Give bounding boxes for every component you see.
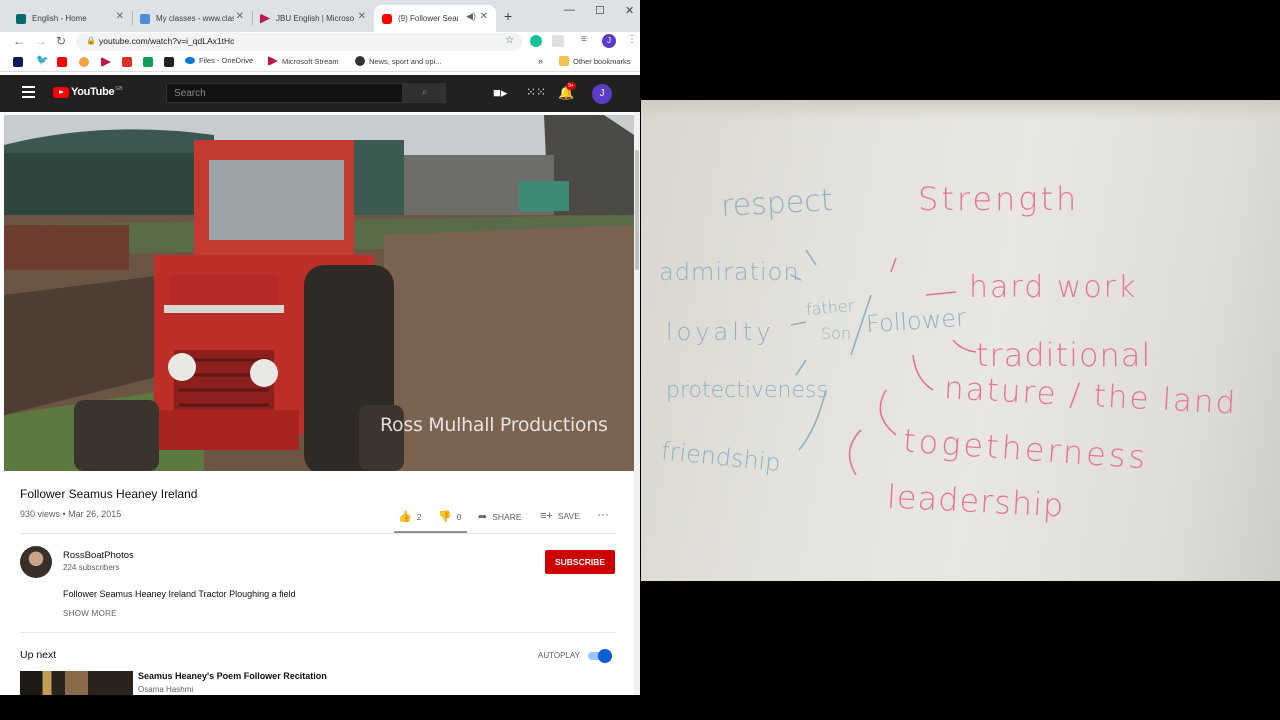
close-icon[interactable]: ✕ (116, 11, 124, 22)
grammarly-icon[interactable] (530, 35, 542, 47)
tab-follower-youtube[interactable]: (9) Follower Seam ◀) ✕ (374, 5, 496, 32)
browser-toolbar: ← → ↻ 🔒 youtube.com/watch?v=i_qdLAx1tHc … (0, 32, 640, 52)
tab-strip: English - Home ✕ My classes - www.clas ✕… (0, 0, 640, 32)
thumbs-up-icon: 👍 (398, 511, 412, 523)
show-more-button[interactable]: SHOW MORE (63, 609, 117, 618)
stream-bookmark-icon[interactable] (101, 57, 111, 67)
tab-english-home[interactable]: English - Home ✕ (8, 5, 132, 32)
reload-button[interactable]: ↻ (56, 34, 66, 48)
folder-icon (559, 56, 569, 66)
account-avatar[interactable]: J (592, 84, 612, 104)
search-icon[interactable]: ⌕ (403, 83, 446, 103)
youtube-bookmark-icon[interactable] (57, 57, 67, 67)
more-actions-icon[interactable]: ··· (597, 507, 609, 521)
tab-title: (9) Follower Seam (398, 14, 458, 23)
divider (20, 632, 616, 633)
scrollbar-thumb[interactable] (635, 150, 639, 270)
youtube-play-icon (53, 86, 69, 98)
subscriber-count: 224 subscribers (63, 563, 120, 572)
other-bookmarks[interactable]: Other bookmarks (559, 56, 631, 66)
classes-bookmark-icon[interactable] (79, 57, 89, 67)
bookmark-icon[interactable] (164, 57, 174, 67)
browser-window: English - Home ✕ My classes - www.clas ✕… (0, 0, 640, 695)
video-watermark: Ross Mulhall Productions (380, 414, 608, 436)
board-shadow (641, 100, 1280, 120)
apps-grid-icon[interactable]: ⁙⁙ (526, 85, 546, 99)
bookmarks-overflow[interactable]: » (538, 56, 543, 66)
bookmark-onedrive[interactable]: Files - OneDrive (185, 56, 253, 65)
autoplay-label: AUTOPLAY (538, 651, 580, 660)
twitter-icon[interactable]: 🐦 (36, 55, 48, 66)
forward-button[interactable]: → (35, 34, 47, 48)
tab-title: English - Home (32, 14, 87, 23)
close-icon[interactable]: ✕ (236, 11, 244, 22)
tab-title: My classes - www.clas (156, 14, 234, 23)
screen: English - Home ✕ My classes - www.clas ✕… (0, 0, 1280, 720)
bookmark-star-icon[interactable]: ☆ (505, 35, 514, 46)
youtube-logo[interactable]: YouTube GB (53, 86, 123, 98)
bookmark-icon[interactable] (13, 57, 23, 67)
next-video-title[interactable]: Seamus Heaney's Poem Follower Recitation (138, 671, 327, 681)
address-bar[interactable]: 🔒 youtube.com/watch?v=i_qdLAx1tHc ☆ (76, 33, 522, 51)
video-meta: 930 views • Mar 26, 2015 (20, 509, 122, 519)
close-window-button[interactable]: ✕ (625, 4, 634, 17)
next-video-thumbnail[interactable] (20, 671, 133, 695)
bookmark-stream[interactable]: Microsoft Stream (268, 56, 339, 66)
youtube-header: YouTube GB Search ⌕ ■▸ ⁙⁙ 🔔 (0, 75, 640, 112)
hamburger-icon[interactable] (22, 86, 35, 101)
divider (20, 533, 616, 534)
save-button[interactable]: ≡+ SAVE (540, 510, 580, 522)
reading-list-icon[interactable]: ≡ (581, 34, 587, 45)
share-icon: ➦ (478, 511, 488, 523)
youtube-icon (382, 13, 392, 24)
news-icon (355, 56, 365, 66)
video-description: Follower Seamus Heaney Ireland Tractor P… (63, 589, 296, 599)
stream-icon (260, 13, 270, 24)
thumbs-down-icon: 👎 (438, 511, 452, 523)
maximize-button[interactable]: ☐ (595, 4, 605, 17)
channel-avatar[interactable] (20, 546, 52, 578)
classes-icon (140, 13, 150, 24)
tab-title: JBU English | Microsof (276, 14, 354, 23)
back-button[interactable]: ← (13, 34, 25, 48)
like-button[interactable]: 👍 2 (398, 510, 421, 523)
extension-icon[interactable] (552, 35, 564, 47)
playlist-add-icon: ≡+ (540, 510, 553, 522)
new-tab-button[interactable]: + (504, 8, 512, 24)
lock-icon: 🔒 (86, 36, 96, 45)
sharepoint-icon (16, 13, 26, 24)
sheets-bookmark-icon[interactable] (143, 57, 153, 67)
search-input[interactable]: Search (166, 83, 403, 103)
create-video-icon[interactable]: ■▸ (493, 85, 507, 101)
onedrive-icon (185, 57, 195, 64)
subscribe-button[interactable]: SUBSCRIBE (545, 550, 615, 574)
tab-my-classes[interactable]: My classes - www.clas ✕ (132, 5, 252, 32)
up-next-heading: Up next (20, 649, 57, 661)
dislike-button[interactable]: 👎 0 (438, 510, 461, 523)
share-button[interactable]: ➦ SHARE (478, 510, 522, 523)
notification-badge: 9+ (566, 82, 576, 90)
video-title: Follower Seamus Heaney Ireland (20, 487, 198, 501)
whiteboard-camera: respect Strength admiration loyalty prot… (641, 100, 1280, 581)
menu-icon[interactable]: ⋮ (627, 34, 637, 45)
autoplay-toggle-knob[interactable] (598, 649, 612, 663)
video-player[interactable]: Ross Mulhall Productions (4, 115, 634, 471)
url-text: youtube.com/watch?v=i_qdLAx1tHc (99, 36, 235, 46)
profile-avatar[interactable]: J (602, 34, 616, 48)
mindmap-connectors (790, 249, 977, 476)
close-icon[interactable]: ✕ (480, 11, 488, 22)
speaker-icon[interactable]: ◀) (466, 11, 476, 22)
minimize-button[interactable]: — (564, 4, 575, 16)
close-icon[interactable]: ✕ (358, 11, 366, 22)
bookmark-news[interactable]: News, sport and opi... (355, 56, 442, 66)
stream-icon (268, 56, 278, 66)
pdf-bookmark-icon[interactable] (122, 57, 132, 67)
tab-jbu-english[interactable]: JBU English | Microsof ✕ (252, 5, 374, 32)
bookmarks-bar: 🐦 Files - OneDrive Microsoft Stream News… (0, 52, 640, 72)
next-video-author: Osama Hashmi (138, 685, 194, 694)
channel-name[interactable]: RossBoatPhotos (63, 550, 134, 561)
